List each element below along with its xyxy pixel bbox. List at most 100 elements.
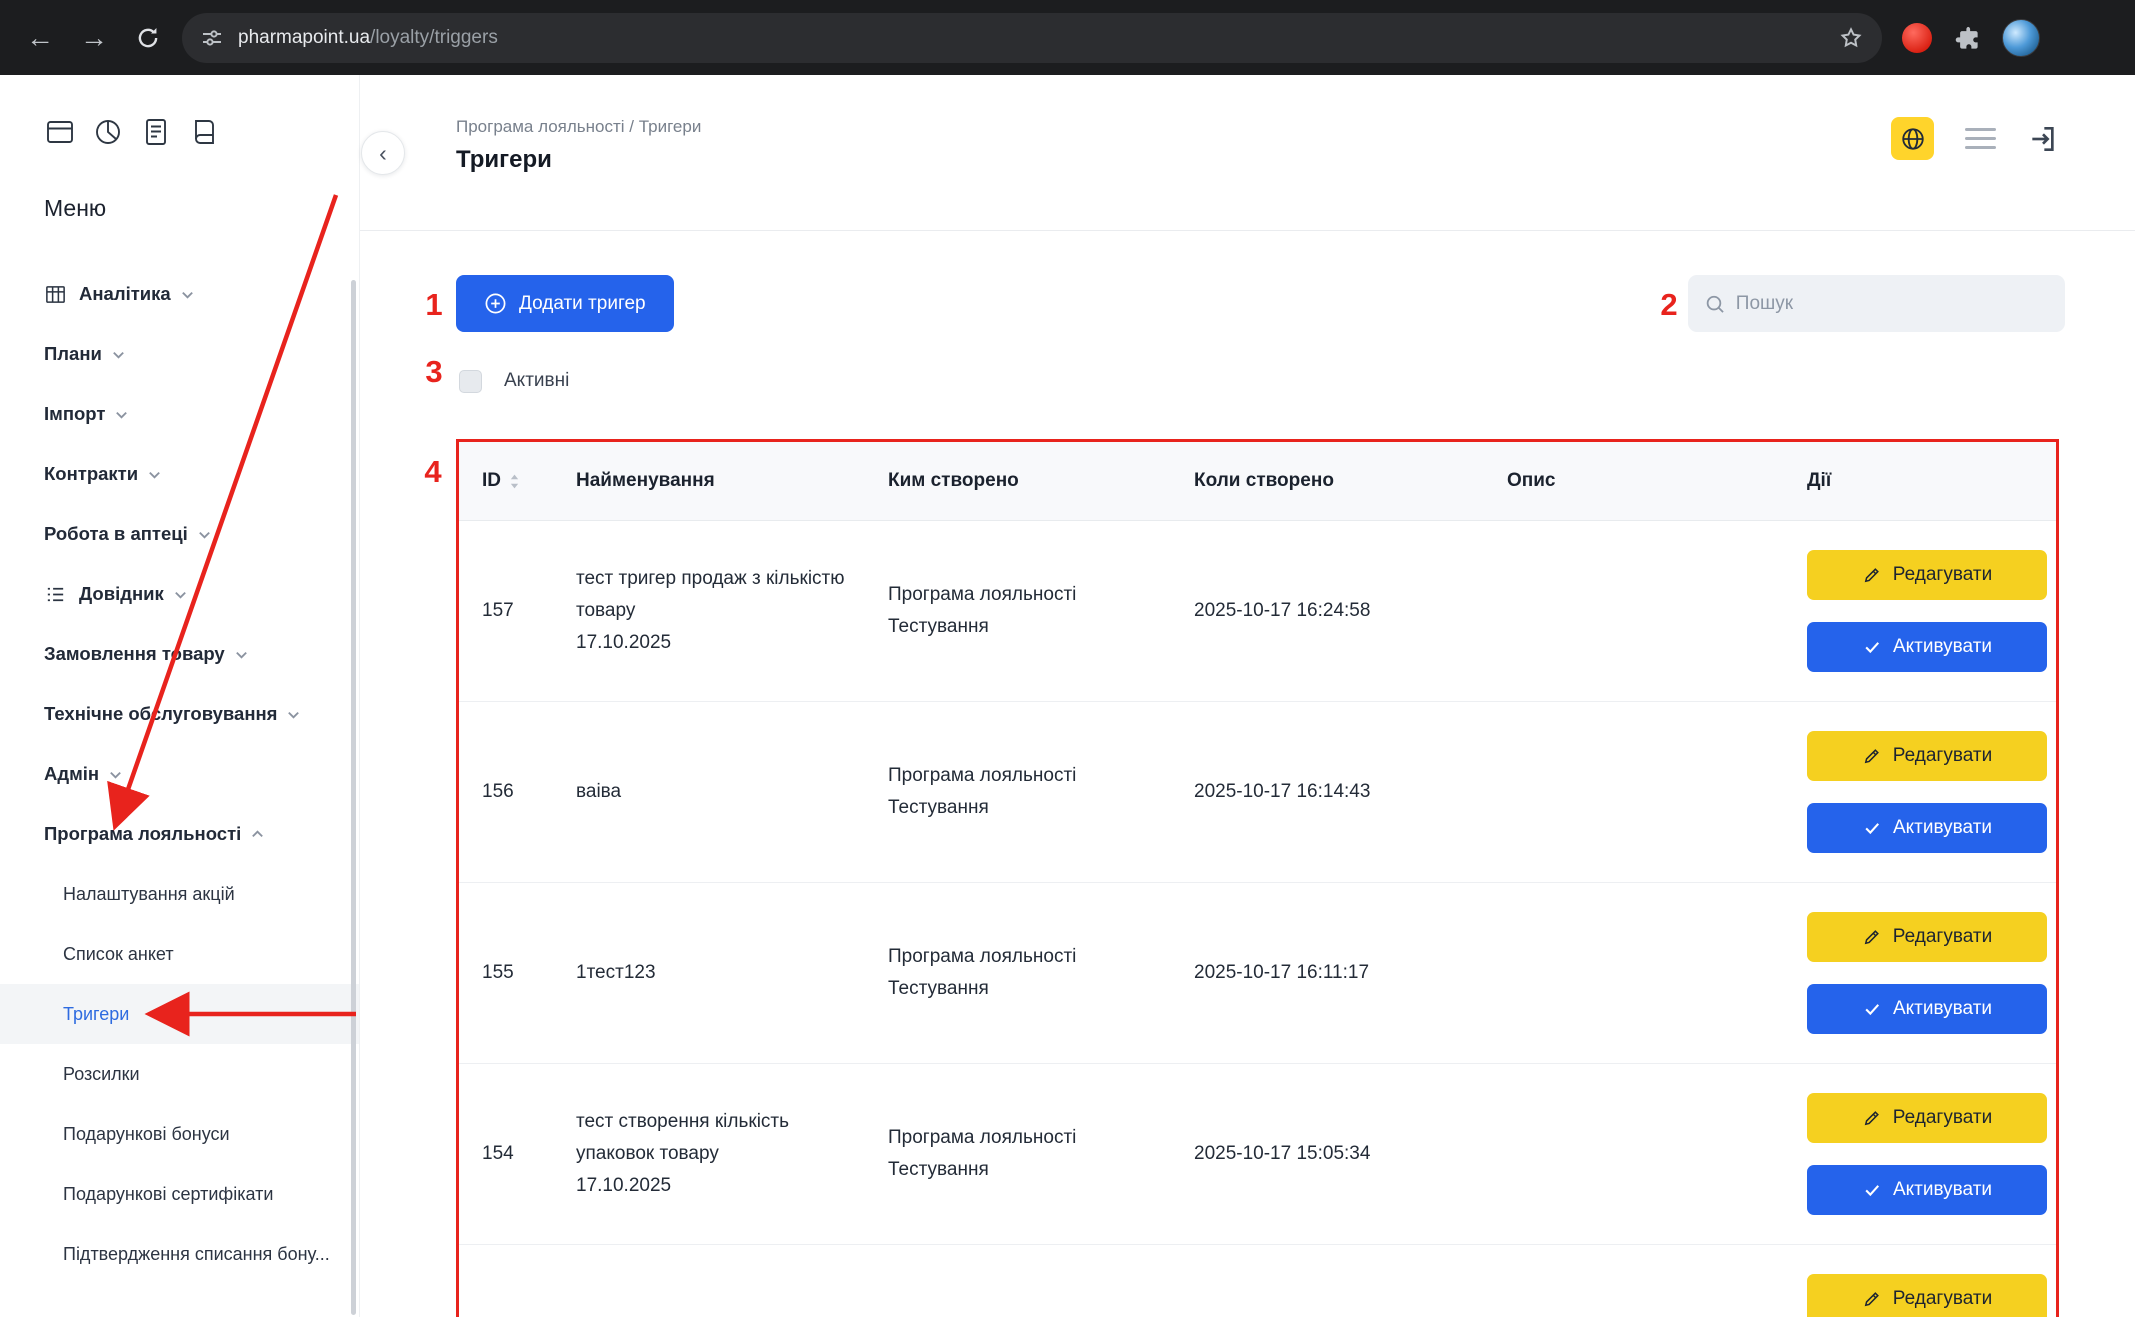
edit-button[interactable]: Редагувати	[1807, 912, 2047, 962]
chevron-up-icon	[250, 827, 265, 842]
sidebar-item-2[interactable]: Імпорт	[0, 384, 359, 444]
pencil-icon	[1862, 1289, 1882, 1309]
activate-button-label: Активувати	[1893, 998, 1992, 1020]
sidebar-subitem-5[interactable]: Подарункові сертифікати	[0, 1164, 359, 1224]
site-settings-icon[interactable]	[200, 26, 224, 50]
chevron-down-icon	[147, 467, 162, 482]
sidebar-item-label: Програма лояльності	[44, 823, 241, 845]
sidebar-item-5[interactable]: Довідник	[0, 564, 359, 624]
sidebar-subitem-label: Підтвердження списання бону...	[63, 1244, 330, 1265]
sidebar-item-label: Аналітика	[79, 283, 171, 305]
pie-chart-icon[interactable]	[91, 115, 125, 149]
language-globe-button[interactable]	[1891, 117, 1934, 160]
forward-icon[interactable]: →	[72, 16, 116, 60]
sidebar-subitem-2[interactable]: Тригери	[0, 984, 359, 1044]
sidebar-subitem-6[interactable]: Підтвердження списання бону...	[0, 1224, 359, 1284]
sidebar-item-1[interactable]: Плани	[0, 324, 359, 384]
cell-created-by: Програма лояльності Тестування	[888, 941, 1194, 1006]
sidebar-subitem-0[interactable]: Налаштування акцій	[0, 864, 359, 924]
edit-button-label: Редагувати	[1893, 1288, 1992, 1310]
active-filter-checkbox[interactable]	[459, 370, 482, 393]
column-header-label: Дії	[1807, 470, 1831, 491]
window-icon[interactable]	[43, 115, 77, 149]
bookmark-star-icon[interactable]	[1838, 25, 1864, 51]
add-trigger-button[interactable]: Додати тригер	[456, 275, 674, 332]
table-row: 154тест створення кількість упаковок тов…	[459, 1064, 2056, 1245]
url-bar[interactable]: pharmapoint.ua/loyalty/triggers	[182, 13, 1882, 63]
sidebar-item-8[interactable]: Адмін	[0, 744, 359, 804]
column-header-label: Опис	[1507, 470, 1556, 491]
column-header-4: Опис	[1507, 470, 1807, 492]
activate-button[interactable]: Активувати	[1807, 803, 2047, 853]
sidebar-subitem-label: Налаштування акцій	[63, 884, 235, 905]
sidebar-scrollbar[interactable]	[351, 280, 356, 1315]
sidebar-subitem-1[interactable]: Список анкет	[0, 924, 359, 984]
cell-created-at: 2025-10-17 16:11:17	[1194, 962, 1507, 984]
triggers-table: IDНайменуванняКим створеноКоли створеноО…	[456, 439, 2059, 1317]
cell-created-at: 2025-10-17 16:14:43	[1194, 781, 1507, 803]
reload-glyph	[135, 25, 161, 51]
page-title: Тригери	[456, 146, 2059, 174]
app-window: Меню АналітикаПланиІмпортКонтрактиРобота…	[0, 75, 2135, 1317]
cell-name: 1тест123	[576, 957, 888, 989]
back-icon[interactable]: ←	[18, 16, 62, 60]
cell-actions: Редагувати Активувати	[1807, 731, 2056, 853]
check-icon	[1862, 1180, 1882, 1200]
edit-button-label: Редагувати	[1893, 926, 1992, 948]
profile-avatar[interactable]	[2002, 19, 2040, 57]
column-header-label: Коли створено	[1194, 470, 1334, 491]
column-header-label: Ким створено	[888, 470, 1019, 491]
sidebar-item-7[interactable]: Технічне обслуговування	[0, 684, 359, 744]
globe-icon	[1900, 126, 1926, 152]
activate-button[interactable]: Активувати	[1807, 984, 2047, 1034]
chevron-down-icon	[173, 587, 188, 602]
sidebar-collapse-button[interactable]: ‹	[361, 131, 405, 175]
sort-icon[interactable]	[509, 473, 520, 490]
table-row: 1551тест123Програма лояльності Тестуванн…	[459, 883, 2056, 1064]
edit-button[interactable]: Редагувати	[1807, 550, 2047, 600]
activate-button[interactable]: Активувати	[1807, 1165, 2047, 1215]
sidebar: Меню АналітикаПланиІмпортКонтрактиРобота…	[0, 75, 360, 1317]
edit-button[interactable]: Редагувати	[1807, 1093, 2047, 1143]
table-row: 157тест тригер продаж з кількістю товару…	[459, 521, 2056, 702]
cell-actions: РедагуватиАктивувати	[1807, 1274, 2056, 1317]
column-header-0[interactable]: ID	[459, 470, 576, 492]
edit-button[interactable]: Редагувати	[1807, 1274, 2047, 1317]
sidebar-subitem-label: Список анкет	[63, 944, 174, 965]
sidebar-item-9[interactable]: Програма лояльності	[0, 804, 359, 864]
sidebar-item-0[interactable]: Аналітика	[0, 264, 359, 324]
menu-burger-icon[interactable]	[1961, 124, 2000, 153]
cell-id: 154	[459, 1143, 576, 1165]
edit-button[interactable]: Редагувати	[1807, 731, 2047, 781]
sidebar-item-label: Довідник	[79, 583, 164, 605]
activate-button-label: Активувати	[1893, 817, 1992, 839]
extensions-puzzle-icon[interactable]	[1952, 23, 1982, 53]
check-icon	[1862, 818, 1882, 838]
extension-icon-red[interactable]	[1902, 23, 1932, 53]
cell-created-by: Програма лояльності Тестування	[888, 579, 1194, 644]
sidebar-item-4[interactable]: Робота в аптеці	[0, 504, 359, 564]
sidebar-subitem-3[interactable]: Розсилки	[0, 1044, 359, 1104]
sidebar-subitem-label: Розсилки	[63, 1064, 140, 1085]
search-input[interactable]	[1736, 293, 2049, 315]
activate-button[interactable]: Активувати	[1807, 622, 2047, 672]
add-trigger-label: Додати тригер	[519, 293, 646, 315]
chevron-down-icon	[114, 407, 129, 422]
pencil-icon	[1862, 565, 1882, 585]
sidebar-item-3[interactable]: Контракти	[0, 444, 359, 504]
header-actions	[1891, 117, 2059, 160]
check-icon	[1862, 637, 1882, 657]
book-icon[interactable]	[187, 115, 221, 149]
sidebar-app-icons	[0, 115, 359, 149]
cell-id: 156	[459, 781, 576, 803]
cell-actions: Редагувати Активувати	[1807, 1093, 2056, 1215]
sidebar-subitem-4[interactable]: Подарункові бонуси	[0, 1104, 359, 1164]
url-text: pharmapoint.ua/loyalty/triggers	[238, 27, 1838, 49]
logout-icon[interactable]	[2027, 123, 2059, 155]
document-icon[interactable]	[139, 115, 173, 149]
reload-icon[interactable]	[126, 16, 170, 60]
edit-button-label: Редагувати	[1893, 745, 1992, 767]
sidebar-item-6[interactable]: Замовлення товару	[0, 624, 359, 684]
cell-actions: Редагувати Активувати	[1807, 550, 2056, 672]
main-content: Програма лояльності / Тригери Тригери	[360, 75, 2135, 1317]
